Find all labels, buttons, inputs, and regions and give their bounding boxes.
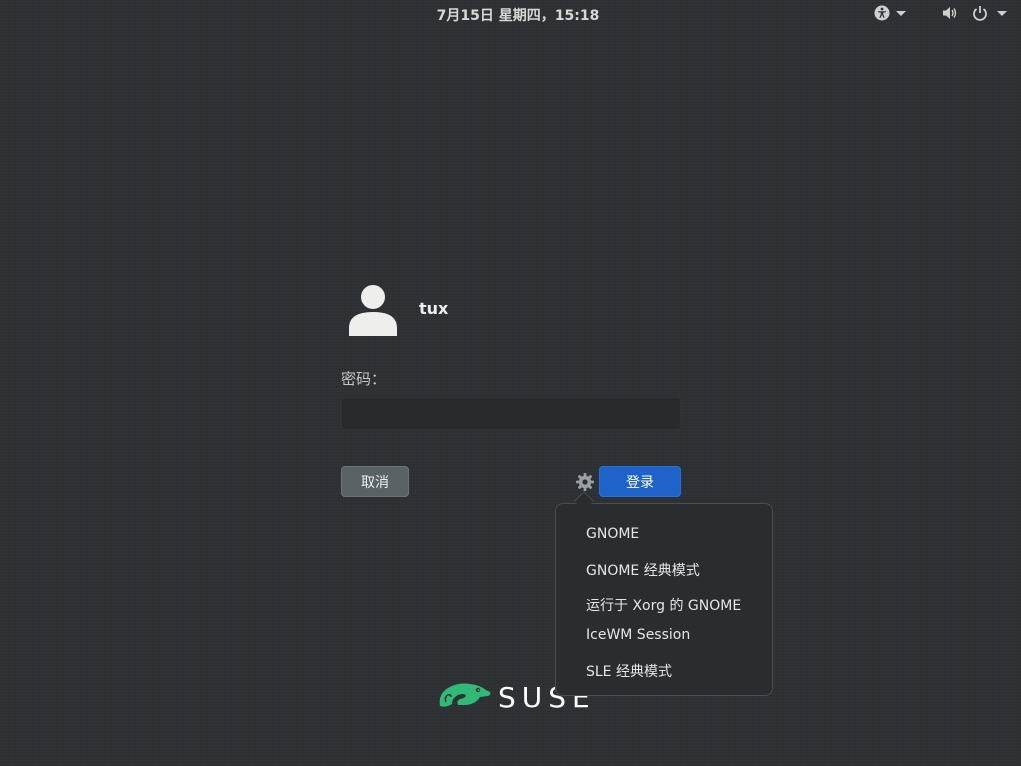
session-settings-button[interactable] — [575, 472, 595, 492]
password-label: 密码： — [341, 370, 387, 388]
accessibility-menu[interactable] — [874, 4, 906, 22]
login-button[interactable]: 登录 — [599, 466, 681, 497]
username: tux — [419, 299, 449, 318]
chevron-down-icon — [997, 10, 1007, 16]
chevron-down-icon — [896, 10, 906, 16]
power-icon — [972, 5, 988, 21]
chameleon-icon — [436, 680, 492, 714]
password-field[interactable] — [341, 397, 681, 430]
session-item-gnome-xorg[interactable]: 运行于 Xorg 的 GNOME — [586, 595, 741, 615]
avatar-icon — [348, 284, 398, 336]
session-item-gnome[interactable]: GNOME — [586, 526, 639, 542]
clock[interactable]: 7月15日 星期四，15:18 — [0, 5, 1021, 25]
volume-icon — [942, 5, 958, 21]
session-item-gnome-classic[interactable]: GNOME 经典模式 — [586, 560, 700, 580]
accessibility-icon — [874, 5, 890, 21]
cancel-button[interactable]: 取消 — [341, 466, 409, 497]
session-item-icewm[interactable]: IceWM Session — [586, 627, 690, 643]
session-item-sle-classic[interactable]: SLE 经典模式 — [586, 661, 672, 681]
system-menu[interactable] — [942, 4, 1007, 22]
session-menu: GNOME GNOME 经典模式 运行于 Xorg 的 GNOME IceWM … — [555, 503, 773, 696]
